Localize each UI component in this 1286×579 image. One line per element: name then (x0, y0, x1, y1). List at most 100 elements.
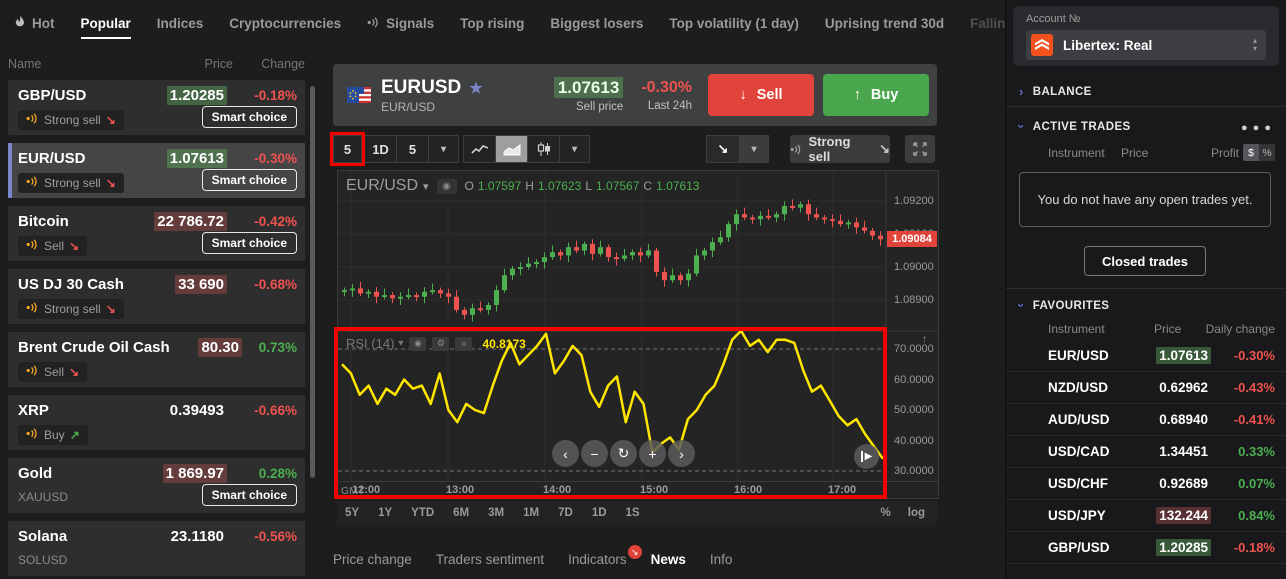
range-button-1m[interactable]: 1M (523, 507, 539, 519)
closed-trades-button[interactable]: Closed trades (1084, 246, 1206, 276)
favourite-row[interactable]: USD/JPY132.2440.84% (1006, 500, 1286, 532)
reset-zoom-button[interactable]: ↻ (610, 440, 637, 467)
pan-left-button[interactable]: ‹ (552, 440, 579, 467)
favourites-section-header[interactable]: › FAVOURITES (1019, 298, 1109, 313)
nav-item-biggest-losers[interactable]: Biggest losers (550, 2, 643, 45)
watchlist-row[interactable]: EUR/USD1.07613-0.30%Strong sell↘Smart ch… (8, 143, 305, 198)
signal-badge[interactable]: Strong sell↘ (18, 299, 124, 319)
range-button-ytd[interactable]: YTD (411, 507, 434, 519)
rsi-settings-gear-icon[interactable]: ⚙ (432, 337, 449, 351)
watchlist-row[interactable]: Brent Crude Oil Cash80.300.73%Sell↘ (8, 332, 305, 387)
time-tick[interactable]: 16:00 (734, 484, 762, 496)
range-button-1s[interactable]: 1S (626, 507, 640, 519)
rsi-dropdown[interactable]: RSI (14)▾ (346, 336, 403, 351)
nav-item-indices[interactable]: Indices (157, 2, 204, 45)
watchlist-row[interactable]: Gold1 869.970.28%XAUUSDSmart choice (8, 458, 305, 513)
rsi-eye-icon[interactable]: ◉ (409, 337, 426, 351)
toggle-percent[interactable]: % (1259, 144, 1275, 161)
toggle-dollar[interactable]: $ (1243, 144, 1259, 161)
favourite-row[interactable]: USD/CAD1.344510.33% (1006, 436, 1286, 468)
divider (1006, 288, 1286, 289)
active-trades-more-icon[interactable]: ● ● ● (1241, 122, 1272, 134)
fullscreen-button[interactable] (905, 135, 935, 163)
range-button-3m[interactable]: 3M (488, 507, 504, 519)
profit-unit-toggle[interactable]: $ % (1243, 144, 1275, 161)
watchlist-row[interactable]: Bitcoin22 786.72-0.42%Sell↘Smart choice (8, 206, 305, 261)
zoom-out-button[interactable]: − (581, 440, 608, 467)
line-chart-type-button[interactable] (463, 135, 496, 163)
smart-choice-button[interactable]: Smart choice (202, 169, 297, 191)
time-tick[interactable]: 13:00 (446, 484, 474, 496)
chart-symbol-dropdown[interactable]: EUR/USD▾ (346, 177, 429, 195)
tab-news[interactable]: News (651, 552, 686, 567)
watchlist-row[interactable]: US DJ 30 Cash33 690-0.68%Strong sell↘ (8, 269, 305, 324)
signal-badge[interactable]: Strong sell↘ (18, 173, 124, 193)
favourite-row[interactable]: EUR/USD1.07613-0.30% (1006, 340, 1286, 372)
chart-type-dropdown-button[interactable]: ▾ (559, 135, 590, 163)
buy-button[interactable]: ↑ Buy (823, 74, 929, 116)
timeframe-1d-button[interactable]: 1D (364, 135, 397, 163)
signal-badge[interactable]: Sell↘ (18, 236, 87, 256)
nav-item-top-volatility-1-day-[interactable]: Top volatility (1 day) (669, 2, 799, 45)
time-tick[interactable]: 15:00 (640, 484, 668, 496)
timeframe-5-value-button[interactable]: 5 (396, 135, 429, 163)
nav-item-popular[interactable]: Popular (81, 2, 131, 45)
watchlist-row[interactable]: GBP/USD1.20285-0.18%Strong sell↘Smart ch… (8, 80, 305, 135)
active-trades-section-header[interactable]: › ACTIVE TRADES (1019, 119, 1131, 134)
tab-indicators[interactable]: Indicators↘ (568, 552, 627, 567)
price-value: 0.68940 (1156, 411, 1211, 428)
nav-item-cryptocurrencies[interactable]: Cryptocurrencies (229, 2, 341, 45)
time-tick[interactable]: 14:00 (543, 484, 571, 496)
watchlist-scrollbar[interactable] (310, 86, 315, 478)
timeframe-dropdown-button[interactable]: ▾ (428, 135, 459, 163)
area-chart-type-button[interactable] (495, 135, 528, 163)
smart-choice-button[interactable]: Smart choice (202, 484, 297, 506)
range-button-1d[interactable]: 1D (592, 507, 607, 519)
chart-area[interactable]: EUR/USD▾ ◉ O1.07597 H1.07623 L1.07567 C1… (337, 170, 939, 499)
eye-icon[interactable]: ◉ (437, 179, 457, 194)
favourite-row[interactable]: USD/CHF0.926890.07% (1006, 468, 1286, 500)
balance-section-header[interactable]: › BALANCE (1019, 84, 1092, 99)
candlestick-chart-type-button[interactable] (527, 135, 560, 163)
range-button-1y[interactable]: 1Y (378, 507, 392, 519)
tab-price-change[interactable]: Price change (333, 552, 412, 567)
favourite-star-icon[interactable]: ★ (469, 79, 482, 97)
sell-button[interactable]: ↓ Sell (708, 74, 814, 116)
trend-direction-button[interactable]: ↘ (706, 135, 740, 163)
scroll-up-icon[interactable]: ↑ (922, 334, 927, 345)
nav-item-signals[interactable]: Signals (367, 2, 434, 45)
signal-strong-sell-button[interactable]: Strong sell ↘ (790, 135, 890, 163)
account-select[interactable]: Libertex: Real ▴▾ (1026, 30, 1266, 60)
favourite-row[interactable]: AUD/USD0.68940-0.41% (1006, 404, 1286, 436)
nav-item-top-rising[interactable]: Top rising (460, 2, 524, 45)
smart-choice-button[interactable]: Smart choice (202, 106, 297, 128)
zoom-in-button[interactable]: + (639, 440, 666, 467)
scale-button-log[interactable]: log (908, 507, 925, 519)
smart-choice-button[interactable]: Smart choice (202, 232, 297, 254)
time-tick[interactable]: 17:00 (828, 484, 856, 496)
tab-traders-sentiment[interactable]: Traders sentiment (436, 552, 544, 567)
range-button-6m[interactable]: 6M (453, 507, 469, 519)
range-button-5y[interactable]: 5Y (345, 507, 359, 519)
scale-button-percent[interactable]: % (881, 507, 891, 519)
rsi-close-icon[interactable]: × (455, 337, 472, 351)
signal-badge[interactable]: Strong sell↘ (18, 110, 124, 130)
watchlist-row[interactable]: Solana23.1180-0.56%SOLUSD (8, 521, 305, 576)
timeframe-5-button[interactable]: 5 (333, 135, 362, 163)
watchlist-row[interactable]: XRP0.39493-0.66%Buy↗ (8, 395, 305, 450)
nav-item-hot[interactable]: Hot (14, 1, 55, 46)
signal-badge[interactable]: Sell↘ (18, 362, 87, 382)
range-button-7d[interactable]: 7D (558, 507, 573, 519)
account-spinner-icons[interactable]: ▴▾ (1244, 37, 1266, 53)
col-instrument: Instrument (1048, 322, 1105, 336)
instrument-price: 1.20285 (135, 87, 227, 104)
favourite-row[interactable]: NZD/USD0.62962-0.43% (1006, 372, 1286, 404)
go-to-latest-button[interactable]: ▶ (854, 444, 879, 469)
nav-item-uprising-trend-30d[interactable]: Uprising trend 30d (825, 2, 944, 45)
trend-dropdown-button[interactable]: ▾ (739, 135, 769, 163)
pan-right-button[interactable]: › (668, 440, 695, 467)
time-tick[interactable]: 12:00 (352, 484, 380, 496)
favourite-row[interactable]: GBP/USD1.20285-0.18% (1006, 532, 1286, 564)
tab-info[interactable]: Info (710, 552, 733, 567)
signal-badge[interactable]: Buy↗ (18, 425, 88, 445)
